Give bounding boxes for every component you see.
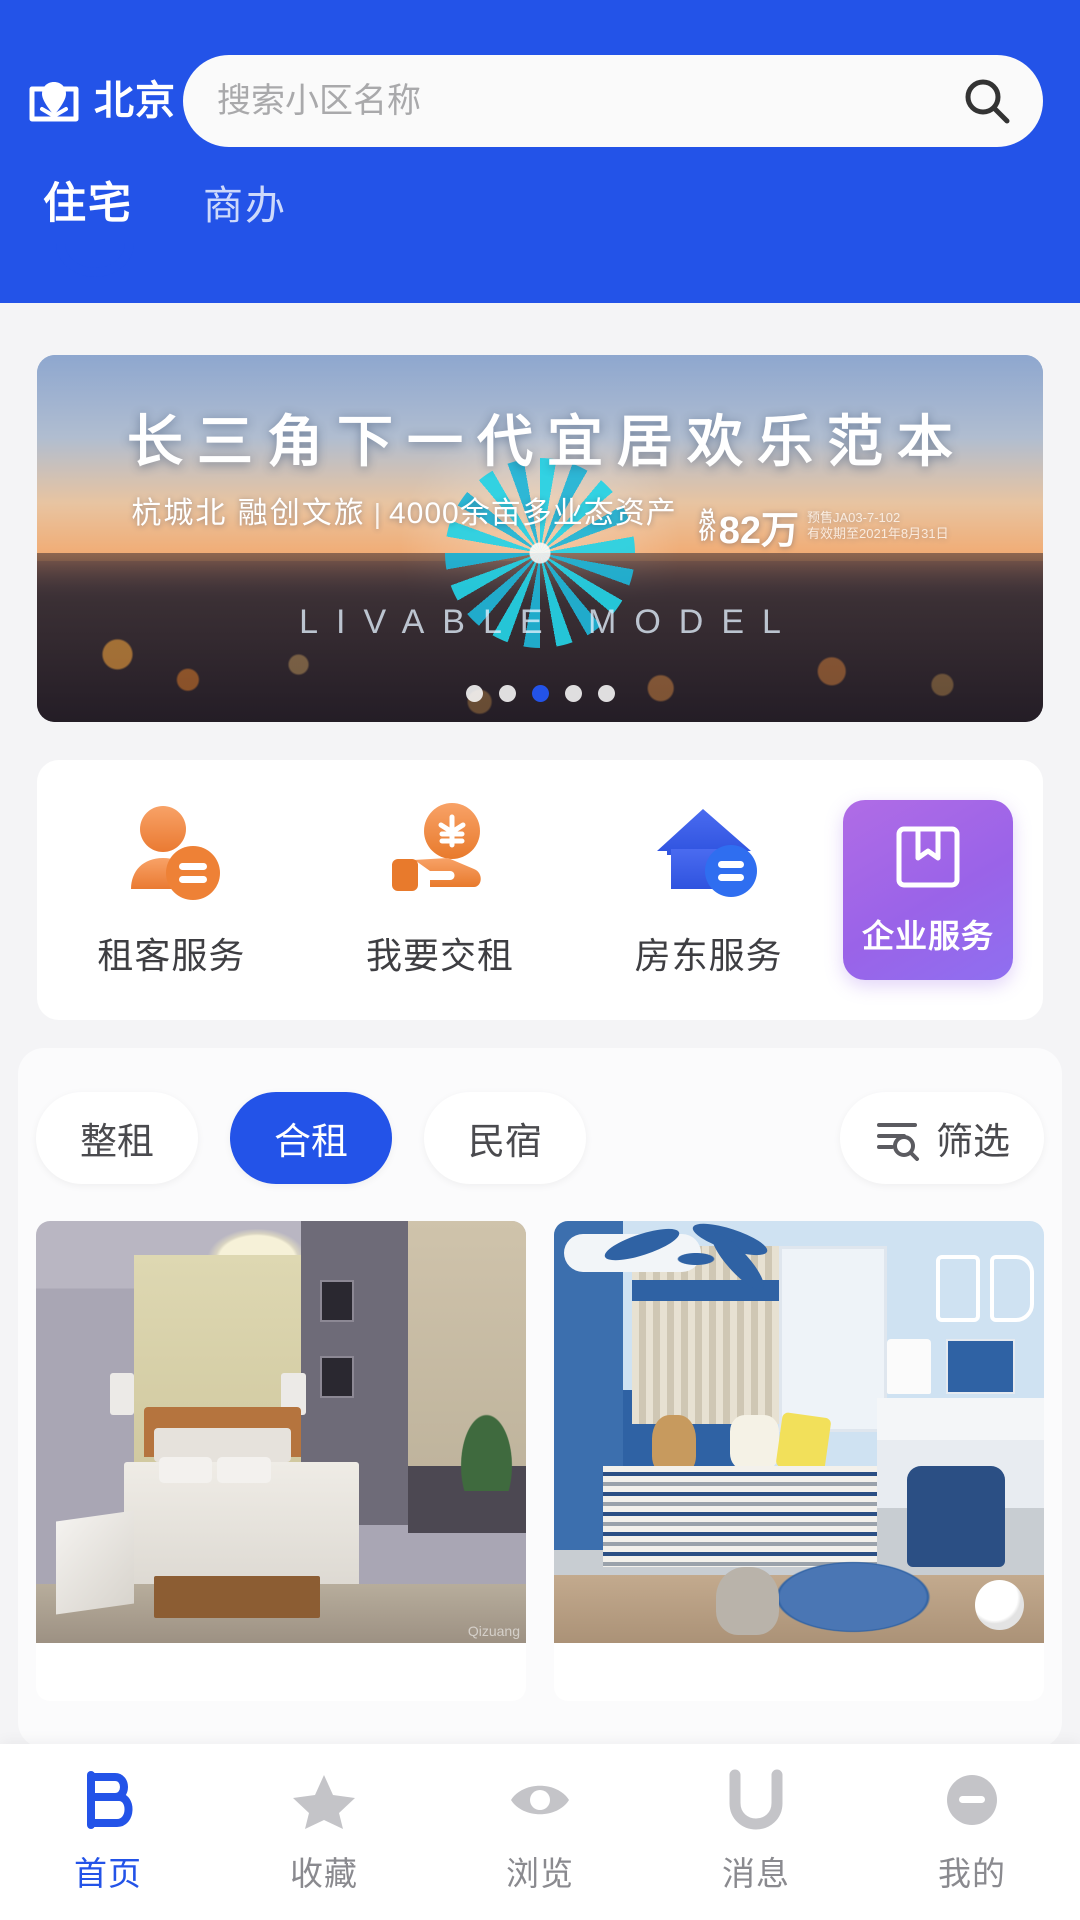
header-top-row: 北京: [0, 55, 1080, 147]
tabbar-label-messages: 消息: [722, 1855, 790, 1892]
search-input[interactable]: [217, 81, 961, 121]
app-header: 北京 住宅 商办: [0, 0, 1080, 303]
tabbar-item-profile[interactable]: 我的: [864, 1744, 1080, 1920]
user-face-icon: [939, 1769, 1005, 1831]
banner-note-line2: 有效期至2021年8月31日: [807, 526, 949, 542]
carousel-dot[interactable]: [597, 685, 615, 702]
service-pay-rent[interactable]: 我要交租: [306, 760, 575, 1020]
banner-note-line1: 预售JA03-7-102: [807, 509, 901, 525]
eye-icon: [507, 1769, 573, 1831]
listing-card-row: Qizuang: [36, 1221, 1044, 1701]
tabbar-label-browse: 浏览: [506, 1855, 574, 1892]
book-icon: [893, 824, 963, 895]
banner-title: 长三角下一代宜居欢乐范本: [127, 410, 967, 473]
tabbar-label-home: 首页: [74, 1855, 142, 1892]
category-tabs: 住宅 商办: [43, 183, 287, 232]
listings-section: 整租 合租 民宿 筛选 Qizuang: [18, 1048, 1062, 1748]
banner-price-note: 预售JA03-7-102 有效期至2021年8月31日: [807, 510, 949, 543]
filter-button-label: 筛选: [936, 1121, 1010, 1162]
banner-subtitle-left: 杭城北 融创文旅: [131, 497, 366, 530]
service-landlord[interactable]: 房东服务: [574, 760, 843, 1020]
listing-card[interactable]: Qizuang: [36, 1221, 526, 1701]
carousel-dot-active[interactable]: [531, 685, 549, 702]
service-tenant-label: 租客服务: [97, 935, 246, 976]
banner-price-label: 总 价: [698, 509, 716, 544]
tabbar-item-favorites[interactable]: 收藏: [216, 1744, 432, 1920]
banner-subtitle: 杭城北 融创文旅 | 4000余亩多业态资产 总 价 82万 预售JA03-7-…: [37, 488, 1043, 554]
listing-photo-kids-room-blue: [554, 1221, 1044, 1643]
home-b-logo-icon: [75, 1769, 141, 1831]
carousel-dot[interactable]: [465, 685, 483, 702]
active-tab-arc-indicator: [56, 243, 134, 283]
listing-card[interactable]: [554, 1221, 1044, 1701]
tabbar-label-favorites: 收藏: [290, 1855, 358, 1892]
filter-button[interactable]: 筛选: [840, 1092, 1044, 1184]
chip-homestay[interactable]: 民宿: [424, 1092, 586, 1184]
tabbar-item-home[interactable]: 首页: [0, 1744, 216, 1920]
chip-shared-rent[interactable]: 合租: [230, 1092, 392, 1184]
service-shortcuts-card: 租客服务 我要交租 房东服务 企业服务: [37, 760, 1043, 1020]
city-label: 北京: [94, 79, 176, 123]
filter-lines-icon: [874, 1115, 920, 1161]
promo-banner-carousel[interactable]: 长三角下一代宜居欢乐范本 杭城北 融创文旅 | 4000余亩多业态资产 总 价 …: [37, 355, 1043, 722]
carousel-dot[interactable]: [564, 685, 582, 702]
banner-subtitle-divider: |: [373, 498, 381, 529]
house-list-icon: [655, 801, 763, 905]
search-icon[interactable]: [961, 75, 1013, 127]
service-shortcuts-row: 租客服务 我要交租 房东服务 企业服务: [37, 760, 1043, 1020]
listing-photo-bedroom-beige: Qizuang: [36, 1221, 526, 1643]
service-pay-rent-label: 我要交租: [366, 935, 515, 976]
scroll-content: 长三角下一代宜居欢乐范本 杭城北 融创文旅 | 4000余亩多业态资产 总 价 …: [0, 303, 1080, 1748]
map-pin-icon: [28, 75, 80, 127]
banner-subtitle-right: 4000余亩多业态资产: [388, 497, 677, 530]
city-selector[interactable]: 北京: [28, 75, 183, 127]
chip-whole-rent[interactable]: 整租: [36, 1092, 198, 1184]
service-enterprise-label: 企业服务: [862, 917, 995, 954]
tabbar-label-profile: 我的: [938, 1855, 1006, 1892]
star-icon: [291, 1769, 357, 1831]
search-bar[interactable]: [183, 55, 1043, 147]
banner-price-value: 82万: [718, 509, 800, 552]
service-enterprise-card[interactable]: 企业服务: [843, 800, 1014, 980]
service-landlord-label: 房东服务: [634, 935, 783, 976]
carousel-dots: [37, 685, 1043, 702]
banner-english-title: LIVABLE MODEL: [299, 603, 799, 641]
hand-money-icon: [386, 801, 494, 905]
tabbar-item-messages[interactable]: 消息: [648, 1744, 864, 1920]
tab-commercial[interactable]: 商办: [203, 186, 287, 232]
tenant-person-icon: [117, 801, 225, 905]
banner-price-group: 总 价 82万 预售JA03-7-102 有效期至2021年8月31日: [699, 499, 949, 554]
banner-price-label-bottom: 价: [698, 524, 716, 544]
message-u-icon: [723, 1769, 789, 1831]
tab-residential[interactable]: 住宅: [43, 183, 133, 232]
filter-chip-row: 整租 合租 民宿 筛选: [36, 1092, 1044, 1184]
carousel-dot[interactable]: [498, 685, 516, 702]
tabbar-item-browse[interactable]: 浏览: [432, 1744, 648, 1920]
bottom-tab-bar: 首页 收藏 浏览 消息 我的: [0, 1744, 1080, 1920]
service-tenant[interactable]: 租客服务: [37, 760, 306, 1020]
